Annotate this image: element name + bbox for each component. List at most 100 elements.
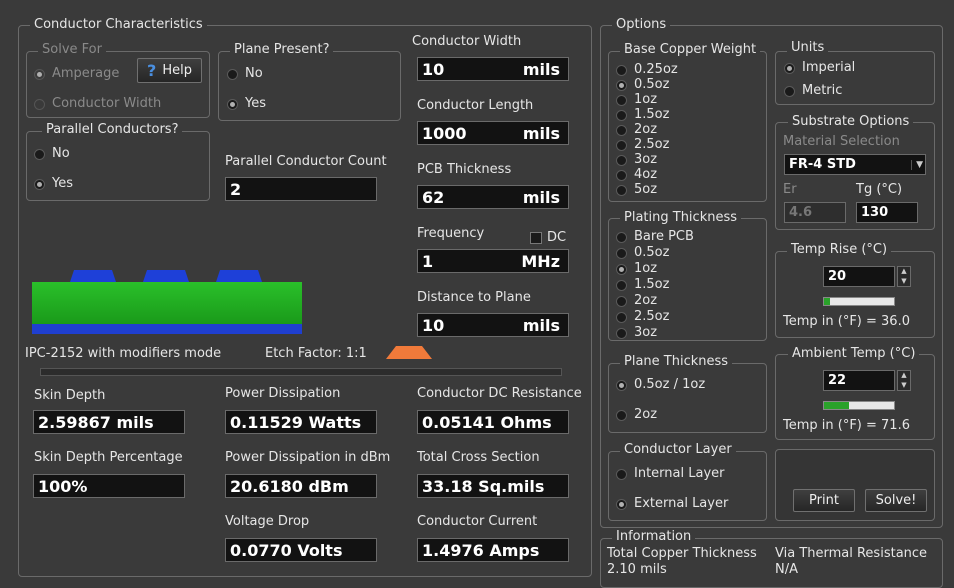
power-diss-value: 0.11529 Watts xyxy=(225,410,377,434)
frequency-label: Frequency xyxy=(417,226,485,241)
temp-rise-result: Temp in (°F) = 36.0 xyxy=(783,314,910,329)
radio-dot xyxy=(784,62,795,74)
ambient-input[interactable]: 22 xyxy=(823,370,895,391)
print-button[interactable]: Print xyxy=(793,489,855,512)
conductor-length-label: Conductor Length xyxy=(417,98,534,113)
copper-thickness-value: 2.10 mils xyxy=(607,562,667,577)
conductor-width-label: Conductor Width xyxy=(412,34,522,49)
radio-dot xyxy=(227,98,238,110)
pcb-thickness-label: PCB Thickness xyxy=(417,162,512,177)
spin-up-icon[interactable]: ▲ xyxy=(898,371,910,381)
plane-thickness-half-radio[interactable]: 0.5oz / 1oz xyxy=(616,377,705,393)
temp-rise-slider[interactable] xyxy=(823,297,895,306)
etch-factor-icon xyxy=(386,346,432,359)
base-copper-radio-7[interactable]: 4oz xyxy=(616,167,657,183)
information-title: Information xyxy=(612,529,696,545)
base-copper-radio-3[interactable]: 1.5oz xyxy=(616,107,669,123)
conductor-width-input[interactable]: 10 mils xyxy=(417,57,569,81)
conductor-characteristics-title: Conductor Characteristics xyxy=(30,17,207,33)
parallel-yes-radio[interactable]: Yes xyxy=(34,176,73,192)
base-copper-radio-1[interactable]: 0.5oz xyxy=(616,77,669,93)
ambient-slider[interactable] xyxy=(823,401,895,410)
base-copper-radio-0[interactable]: 0.25oz xyxy=(616,62,678,78)
solve-amperage-radio[interactable]: Amperage xyxy=(34,66,119,82)
tg-label: Tg (°C) xyxy=(856,182,903,197)
radio-dot xyxy=(616,468,627,480)
base-copper-radio-5[interactable]: 2.5oz xyxy=(616,137,669,153)
conductor-layer-title: Conductor Layer xyxy=(620,442,736,458)
spin-down-icon[interactable]: ▼ xyxy=(898,277,910,287)
current-value: 1.4976 Amps xyxy=(417,538,569,562)
chevron-down-icon: ▼ xyxy=(911,159,923,170)
divider xyxy=(40,368,562,376)
radio-dot xyxy=(616,311,627,323)
base-copper-radio-2[interactable]: 1oz xyxy=(616,92,657,108)
temp-rise-spinner[interactable]: ▲ ▼ xyxy=(897,266,911,287)
skin-depth-pct-label: Skin Depth Percentage xyxy=(34,450,183,465)
layer-internal-radio[interactable]: Internal Layer xyxy=(616,466,724,482)
plane-thickness-title: Plane Thickness xyxy=(620,354,733,370)
base-copper-radio-8[interactable]: 5oz xyxy=(616,182,657,198)
pcb-thickness-input[interactable]: 62 mils xyxy=(417,185,569,209)
material-selection-label: Material Selection xyxy=(783,134,900,149)
plating-radio-3[interactable]: 1.5oz xyxy=(616,277,669,293)
mode-text: IPC-2152 with modifiers mode xyxy=(25,346,222,361)
temp-rise-fill xyxy=(824,298,831,305)
radio-dot xyxy=(616,409,627,421)
substrate-title: Substrate Options xyxy=(788,114,914,130)
pcb-substrate xyxy=(32,282,302,324)
dc-checkbox[interactable]: DC xyxy=(530,230,566,245)
plane-thickness-2oz-radio[interactable]: 2oz xyxy=(616,407,657,423)
plating-radio-1[interactable]: 0.5oz xyxy=(616,245,669,261)
radio-dot xyxy=(616,109,627,121)
solve-button[interactable]: Solve! xyxy=(865,489,927,512)
parallel-count-input[interactable]: 2 xyxy=(225,177,377,201)
help-icon: ? xyxy=(147,61,157,80)
radio-dot xyxy=(616,498,627,510)
power-dbm-value: 20.6180 dBm xyxy=(225,474,377,498)
ambient-spinner[interactable]: ▲ ▼ xyxy=(897,370,911,391)
parallel-no-radio[interactable]: No xyxy=(34,146,70,162)
ambient-result: Temp in (°F) = 71.6 xyxy=(783,418,910,433)
material-select[interactable]: FR-4 STD ▼ xyxy=(784,154,926,175)
checkbox-box xyxy=(530,231,542,244)
spin-up-icon[interactable]: ▲ xyxy=(898,267,910,277)
plating-radio-4[interactable]: 2oz xyxy=(616,293,657,309)
spin-down-icon[interactable]: ▼ xyxy=(898,381,910,391)
units-imperial-radio[interactable]: Imperial xyxy=(784,60,855,76)
temp-rise-input[interactable]: 20 xyxy=(823,266,895,287)
radio-dot xyxy=(616,327,627,339)
power-diss-label: Power Dissipation xyxy=(225,386,341,401)
tg-input[interactable]: 130 xyxy=(856,202,918,223)
copper-thickness-label: Total Copper Thickness xyxy=(607,546,757,561)
distance-to-plane-input[interactable]: 10 mils xyxy=(417,313,569,337)
units-metric-radio[interactable]: Metric xyxy=(784,83,842,99)
base-copper-radio-6[interactable]: 3oz xyxy=(616,152,657,168)
plane-present-title: Plane Present? xyxy=(230,42,334,58)
etch-factor-text: Etch Factor: 1:1 xyxy=(265,346,367,361)
help-button[interactable]: ? Help xyxy=(137,58,202,83)
skin-depth-label: Skin Depth xyxy=(34,388,106,403)
distance-to-plane-label: Distance to Plane xyxy=(417,290,531,305)
radio-dot xyxy=(34,178,45,190)
solve-width-radio[interactable]: Conductor Width xyxy=(34,96,161,112)
pcb-plane xyxy=(32,324,302,334)
plating-radio-5[interactable]: 2.5oz xyxy=(616,309,669,325)
base-copper-radio-4[interactable]: 2oz xyxy=(616,122,657,138)
conductor-length-input[interactable]: 1000 mils xyxy=(417,121,569,145)
layer-external-radio[interactable]: External Layer xyxy=(616,496,728,512)
plating-radio-0[interactable]: Bare PCB xyxy=(616,229,694,245)
parallel-conductors-title: Parallel Conductors? xyxy=(42,122,183,138)
radio-dot xyxy=(616,184,627,196)
radio-dot xyxy=(34,148,45,160)
ambient-fill xyxy=(824,402,849,409)
plating-radio-2[interactable]: 1oz xyxy=(616,261,657,277)
skin-depth-pct-value: 100% xyxy=(33,474,185,498)
options-title: Options xyxy=(612,17,671,33)
plane-no-radio[interactable]: No xyxy=(227,66,263,82)
plane-yes-radio[interactable]: Yes xyxy=(227,96,266,112)
plating-radio-6[interactable]: 3oz xyxy=(616,325,657,341)
current-label: Conductor Current xyxy=(417,514,538,529)
radio-dot xyxy=(616,247,627,259)
frequency-input[interactable]: 1 MHz xyxy=(417,249,569,273)
